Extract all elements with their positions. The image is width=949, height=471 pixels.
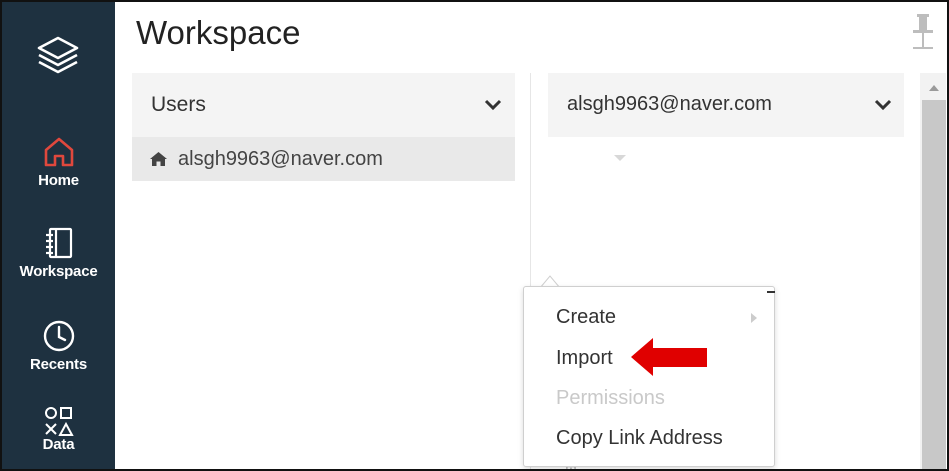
annotation-arrow-icon [631,338,707,376]
page-title: Workspace [136,14,301,51]
user-list-item[interactable]: alsgh9963@naver.com [132,137,626,181]
notebook-icon [45,227,72,259]
menu-item-copy-link-address[interactable]: Copy Link Address [556,427,723,450]
users-header-label: Users [151,93,206,116]
menu-item-permissions: Permissions [556,387,665,409]
nav-label-data: Data [42,436,75,453]
scroll-up-icon[interactable] [928,84,940,92]
chevron-right-icon [751,313,757,323]
folder-header-label: alsgh9963@naver.com [567,93,772,115]
nav-item-workspace[interactable]: Workspace [2,225,115,280]
menu-item-import[interactable]: Import [556,347,613,370]
nav-item-home[interactable]: Home [2,134,115,189]
nav-label-workspace: Workspace [19,263,98,280]
scrollbar-thumb[interactable] [922,100,946,469]
chevron-down-icon[interactable] [873,98,893,112]
stack-logo-icon[interactable] [33,32,83,82]
clock-icon [43,320,74,352]
shapes-icon [44,407,74,436]
home-icon [44,137,73,167]
menu-edge-mark [767,291,775,293]
users-column-header[interactable]: Users [132,73,515,137]
folder-column-header[interactable]: alsgh9963@naver.com [548,73,904,137]
sidebar: Home Workspace Recents Data [2,2,115,469]
chevron-down-icon[interactable] [483,98,503,112]
caret-down-icon[interactable] [613,154,627,162]
pin-icon[interactable] [910,14,936,50]
nav-label-recents: Recents [30,356,87,373]
nav-item-recents[interactable]: Recents [2,318,115,373]
menu-item-create[interactable]: Create [556,306,616,329]
home-icon [150,152,167,166]
nav-label-home: Home [38,172,79,189]
nav-item-data[interactable]: Data [2,407,115,453]
app-window: Home Workspace Recents Data Workspace Us… [0,0,949,471]
user-email-label: alsgh9963@naver.com [178,148,383,170]
